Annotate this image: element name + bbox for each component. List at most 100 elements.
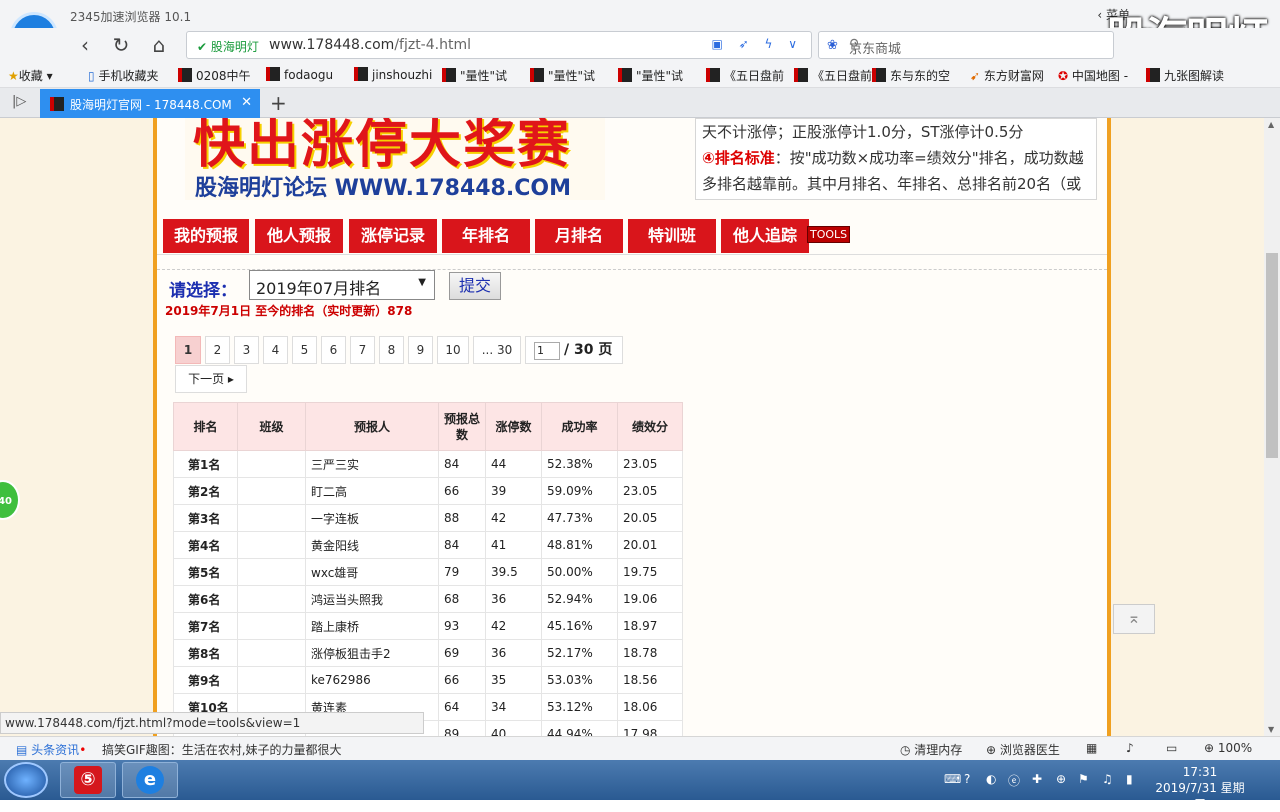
bookmark-item[interactable]: ▯ 手机收藏夹 xyxy=(88,67,158,84)
close-icon[interactable]: ✕ xyxy=(241,95,252,110)
table-row: 第4名 黄金阳线 84 41 48.81% 20.01 xyxy=(173,531,683,559)
table-cell: 52.38% xyxy=(541,450,618,478)
table-cell: 踏上康桥 xyxy=(305,612,439,640)
month-select[interactable]: 2019年07月排名 ▼ xyxy=(249,270,435,300)
table-cell xyxy=(237,639,306,667)
home-icon[interactable]: ⌂ xyxy=(146,32,172,58)
nav-month-rank[interactable]: 月排名 xyxy=(535,219,623,253)
bookmark-item[interactable]: "量性"试 xyxy=(530,67,595,84)
clock[interactable]: 17:31 2019/7/31 星期三 xyxy=(1155,764,1245,812)
nav-limit-up-record[interactable]: 涨停记录 xyxy=(349,219,437,253)
table-cell xyxy=(237,558,306,586)
status-bar: ▤ 头条资讯• 搞笑GIF趣图：生活在农村,妹子的力量都很大 ◷ 清理内存 ⊕ … xyxy=(0,736,1280,760)
back-to-top-button[interactable]: ⌅ xyxy=(1113,604,1155,634)
table-cell: 黄金阳线 xyxy=(305,531,439,559)
table-cell: 盯二高 xyxy=(305,477,439,505)
table-cell: 第9名 xyxy=(173,666,238,694)
table-cell: 第7名 xyxy=(173,612,238,640)
back-icon[interactable]: ‹ xyxy=(72,32,98,58)
sidebar-toggle-icon[interactable]: |▷ xyxy=(12,94,26,109)
table-cell: 19.06 xyxy=(617,585,683,613)
bookmark-item[interactable]: jinshouzhi xyxy=(354,67,432,82)
nav-tracking[interactable]: 他人追踪 xyxy=(721,219,809,253)
tools-link[interactable]: TOOLS xyxy=(807,226,851,243)
url-action-icons[interactable]: ▣ ➶ ϟ ∨ xyxy=(711,37,803,51)
page-link[interactable]: 4 xyxy=(263,336,288,364)
browser-doctor-button[interactable]: ⊕ 浏览器医生 xyxy=(986,741,1060,758)
flag-icon[interactable]: ⚑ xyxy=(1078,772,1089,786)
page-link[interactable]: 8 xyxy=(379,336,404,364)
page-link[interactable]: 5 xyxy=(292,336,317,364)
page-link[interactable]: 6 xyxy=(321,336,346,364)
scrollbar-thumb[interactable] xyxy=(1266,253,1278,458)
page-link[interactable]: 3 xyxy=(234,336,259,364)
browser-tray-icon[interactable]: ⓔ xyxy=(1008,772,1020,789)
page-link[interactable]: ... 30 xyxy=(473,336,521,364)
taskbar-app-browser[interactable]: e xyxy=(122,762,178,798)
nav-my-forecast[interactable]: 我的预报 xyxy=(163,219,249,253)
bookmark-item[interactable]: ★收藏 ▾ xyxy=(8,67,53,84)
bookmark-item[interactable]: ➹ 东方财富网 xyxy=(970,67,1044,84)
clean-memory-button[interactable]: ◷ 清理内存 xyxy=(900,741,962,758)
table-cell: 42 xyxy=(485,612,542,640)
bookmark-item[interactable]: 东与东的空 xyxy=(872,67,950,84)
page-link[interactable]: 2 xyxy=(205,336,230,364)
bookmark-item[interactable]: 九张图解读 xyxy=(1146,67,1224,84)
table-row: 第5名 wxc雄哥 79 39.5 50.00% 19.75 xyxy=(173,558,683,586)
divider xyxy=(157,254,1107,255)
table-cell: 68 xyxy=(438,585,486,613)
next-page-button[interactable]: 下一页 ▸ xyxy=(175,365,247,393)
search-icon[interactable]: ⚲ xyxy=(849,37,1103,53)
bookmark-item[interactable]: "量性"试 xyxy=(442,67,507,84)
page-link[interactable]: 9 xyxy=(408,336,433,364)
side-badge[interactable]: 40 xyxy=(0,480,20,520)
table-cell: 第6名 xyxy=(173,585,238,613)
antivirus-icon[interactable]: ✚ xyxy=(1032,772,1042,786)
refresh-icon[interactable]: ↻ xyxy=(108,32,134,58)
bookmark-item[interactable]: "量性"试 xyxy=(618,67,683,84)
news-ticker[interactable]: 搞笑GIF趣图：生活在农村,妹子的力量都很大 xyxy=(102,741,342,758)
nav-year-rank[interactable]: 年排名 xyxy=(442,219,530,253)
security-icon[interactable]: ⊕ xyxy=(1056,772,1066,786)
signal-icon[interactable]: ▮ xyxy=(1126,772,1133,786)
bookmark-item[interactable]: fodaogu xyxy=(266,67,333,82)
table-cell: 涨停板狙击手2 xyxy=(305,639,439,667)
page-scrollbar[interactable]: ▲ ▼ xyxy=(1264,118,1280,736)
page-link[interactable]: 1 xyxy=(175,336,201,364)
start-button[interactable] xyxy=(4,762,48,798)
url-bar[interactable]: ✔ 股海明灯 www.178448.com/fjzt-4.html ▣ ➶ ϟ … xyxy=(186,31,812,59)
help-icon[interactable]: ? xyxy=(964,772,970,786)
table-row: 第8名 涨停板狙击手2 69 36 52.17% 18.78 xyxy=(173,639,683,667)
table-cell: 第1名 xyxy=(173,450,238,478)
scroll-up-icon[interactable]: ▲ xyxy=(1268,120,1274,129)
tab-active[interactable]: 股海明灯官网 - 178448.COM ✕ xyxy=(40,89,260,118)
volume-icon[interactable]: ♪ xyxy=(1126,741,1134,755)
table-cell: 40 xyxy=(485,720,542,736)
clock-date: 2019/7/31 星期三 xyxy=(1155,781,1245,811)
page-link[interactable]: 10 xyxy=(437,336,469,364)
content-frame: 快出涨停大奖赛 股海明灯论坛 WWW.178448.COM 天不计涨停；正股涨停… xyxy=(153,118,1111,736)
screenshot-icon[interactable]: ▦ xyxy=(1086,741,1097,755)
zoom-control[interactable]: ⊕ 100% xyxy=(1204,741,1252,755)
news-tab[interactable]: ▤ 头条资讯• xyxy=(16,741,86,758)
network-icon[interactable]: ◐ xyxy=(986,772,996,786)
submit-button[interactable]: 提交 xyxy=(449,272,501,300)
bookmark-item[interactable]: 0208中午 xyxy=(178,67,251,84)
nav-training[interactable]: 特训班 xyxy=(628,219,716,253)
new-tab-icon[interactable]: + xyxy=(270,91,287,115)
select-label: 请选择： xyxy=(169,281,237,301)
table-row: 第7名 踏上康桥 93 42 45.16% 18.97 xyxy=(173,612,683,640)
search-box[interactable]: ❀ 京东商城 ⚲ xyxy=(818,31,1114,59)
bookmark-item[interactable]: 《五日盘前 xyxy=(706,67,784,84)
keyboard-icon[interactable]: ⌨ xyxy=(944,772,961,786)
bookmark-item[interactable]: ✪ 中国地图 - xyxy=(1058,67,1128,84)
page-link[interactable]: 7 xyxy=(350,336,375,364)
nav-others-forecast[interactable]: 他人预报 xyxy=(255,219,343,253)
scroll-down-icon[interactable]: ▼ xyxy=(1268,725,1274,734)
window-icon[interactable]: ▭ xyxy=(1166,741,1177,755)
page-input[interactable]: 1 xyxy=(534,342,560,360)
taskbar-app-stock[interactable]: ⑤ xyxy=(60,762,116,798)
bookmark-item[interactable]: 《五日盘前 xyxy=(794,67,872,84)
speaker-icon[interactable]: ♫ xyxy=(1102,772,1113,786)
table-cell: 18.06 xyxy=(617,693,683,721)
